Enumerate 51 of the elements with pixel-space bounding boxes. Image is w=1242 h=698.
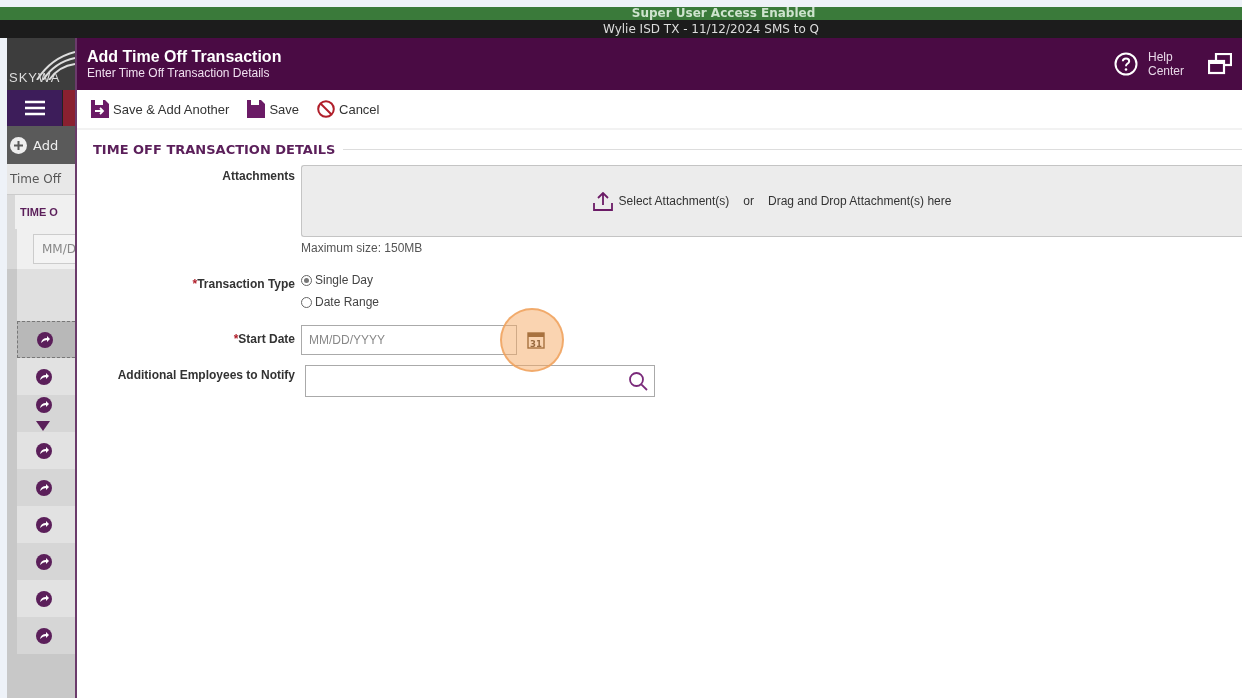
field-label: *Transaction Type: [191, 276, 295, 293]
help-center-link[interactable]: Help Center: [1148, 50, 1192, 78]
field-label: *Start Date: [232, 331, 295, 348]
attachment-drop-zone[interactable]: Select Attachment(s) or Drag and Drop Attachment(s) here: [301, 165, 1242, 237]
list-row[interactable]: [17, 543, 75, 580]
arrow-circle-icon: [36, 553, 52, 570]
radio-option[interactable]: Single Day: [301, 273, 1242, 287]
search-icon: [628, 371, 648, 391]
field-label: Additional Employees to Notify: [116, 367, 295, 384]
breadcrumb-text: Time Off: [10, 172, 61, 186]
radio-button[interactable]: [301, 274, 312, 286]
windows-icon[interactable]: [1208, 53, 1232, 75]
menu-icon: [24, 100, 45, 116]
max-size-note: Maximum size: 150MB: [301, 241, 424, 255]
banner-text: Super User Access Enabled: [631, 7, 816, 20]
upload-icon: [592, 191, 613, 211]
select-attachments-link[interactable]: Select Attachment(s): [618, 194, 730, 208]
start-date-field[interactable]: MM/DD/YYYY: [301, 325, 517, 355]
employee-search-field[interactable]: [305, 365, 655, 397]
field-label: Attachments: [221, 168, 295, 185]
drop-hint-text: Drag and Drop Attachment(s) here: [768, 194, 952, 208]
help-icon[interactable]: [1114, 52, 1138, 76]
plus-circle-icon: [10, 136, 27, 154]
list-row[interactable]: [17, 617, 75, 654]
list-row[interactable]: [17, 506, 75, 543]
section-title: TIME O: [20, 206, 58, 218]
arrow-circle-icon: [36, 627, 52, 644]
dialog-subtitle: Enter Time Off Transaction Details: [87, 66, 271, 80]
logo-text: SKYWA: [9, 70, 61, 85]
add-button[interactable]: Add: [7, 136, 59, 154]
arrow-circle-icon: [36, 368, 52, 385]
list-row[interactable]: [17, 321, 75, 358]
list-row[interactable]: [17, 432, 75, 469]
arrow-circle-icon: [36, 396, 52, 413]
arrow-circle-icon: [37, 331, 53, 348]
arrow-circle-icon: [36, 590, 52, 607]
environment-text: Wylie ISD TX - 11/12/2024 SMS to Q: [603, 22, 819, 36]
save-arrow-icon: [91, 100, 109, 118]
radio-button[interactable]: [301, 296, 312, 308]
radio-option[interactable]: Date Range: [301, 295, 1242, 309]
list-row[interactable]: [17, 395, 75, 432]
arrow-circle-icon: [36, 479, 52, 496]
list-row[interactable]: [17, 580, 75, 617]
arrow-circle-icon: [36, 442, 52, 459]
dialog-title: Add Time Off Transaction: [87, 48, 282, 66]
prohibited-icon: [317, 100, 335, 118]
or-text: or: [743, 194, 754, 208]
list-row[interactable]: [17, 358, 75, 395]
arrow-circle-icon: [36, 516, 52, 533]
list-row[interactable]: [17, 469, 75, 506]
section-heading: TIME OFF TRANSACTION DETAILS: [93, 142, 336, 157]
